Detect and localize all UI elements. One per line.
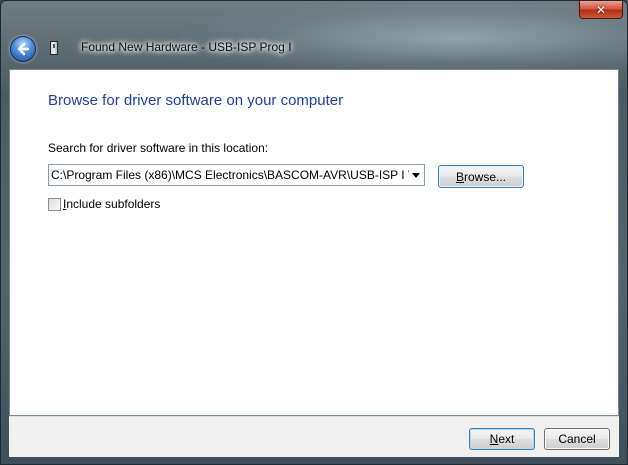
dropdown-arrow-button[interactable] (410, 169, 422, 181)
chevron-down-icon (412, 172, 420, 178)
window-title: Found New Hardware - USB-ISP Prog I (81, 40, 292, 54)
browse-accel-key: B (455, 169, 464, 184)
usb-device-icon (50, 41, 58, 55)
search-location-label: Search for driver software in this locat… (48, 141, 269, 155)
page-title: Browse for driver software on your compu… (48, 92, 344, 109)
next-label: ext (498, 432, 515, 446)
driver-path-value[interactable]: C:\Program Files (x86)\MCS Electronics\B… (51, 168, 409, 182)
back-arrow-icon (17, 42, 30, 56)
next-button[interactable]: Next (469, 428, 535, 450)
title-bar-glass (181, 1, 627, 69)
cancel-button[interactable]: Cancel (544, 428, 610, 450)
browse-label: rowse... (464, 169, 507, 184)
content-panel: Browse for driver software on your compu… (9, 69, 619, 416)
include-subfolders-label[interactable]: Include subfolders (63, 197, 160, 211)
driver-path-combobox[interactable]: C:\Program Files (x86)\MCS Electronics\B… (48, 164, 425, 186)
browse-button[interactable]: Browse... (438, 165, 524, 188)
include-subfolders-checkbox[interactable] (48, 198, 61, 211)
button-footer: Next Cancel (9, 416, 619, 457)
close-button[interactable]: ✕ (579, 1, 623, 19)
next-accel-key: N (489, 432, 499, 446)
cancel-label: Cancel (558, 432, 596, 446)
close-icon: ✕ (595, 2, 607, 17)
wizard-window: ✕ Found New Hardware - USB-ISP Prog I Br… (0, 0, 628, 465)
include-subfolders-text: nclude subfolders (66, 197, 161, 211)
back-button[interactable] (10, 36, 36, 62)
